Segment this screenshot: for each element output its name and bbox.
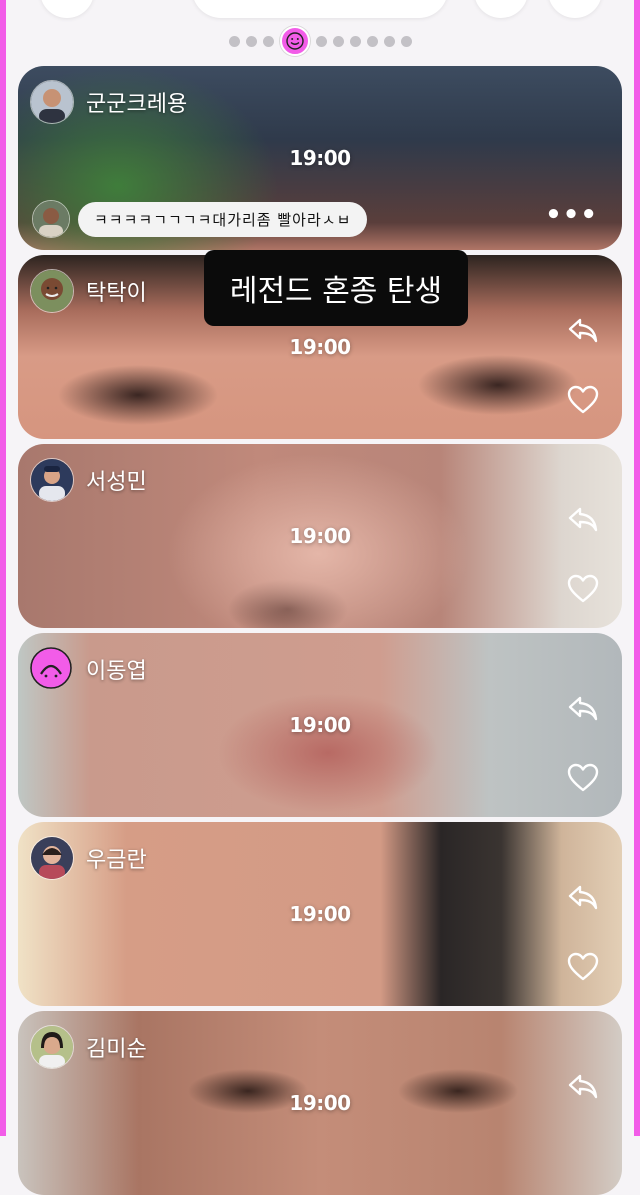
username[interactable]: 김미순 [86, 1031, 147, 1063]
photo-card[interactable]: 서성민 19:00 [18, 444, 622, 628]
comment[interactable]: ㅋㅋㅋㅋㄱㄱㄱㅋ대가리좀 빨아라ㅅㅂ [32, 200, 368, 238]
username[interactable]: 군군크레용 [86, 86, 187, 118]
page-dot[interactable] [366, 35, 378, 47]
photo-card[interactable]: 군군크레용 19:00 ㅋㅋㅋㅋㄱㄱㄱㅋ대가리좀 빨아라ㅅㅂ ••• [18, 66, 622, 250]
page-indicator [0, 26, 640, 56]
page-dot[interactable] [332, 35, 344, 47]
heart-icon[interactable] [566, 572, 600, 606]
top-search-pill[interactable] [192, 0, 448, 18]
page-dot[interactable] [400, 35, 412, 47]
heart-icon[interactable] [566, 761, 600, 795]
avatar[interactable] [30, 647, 72, 689]
post-time: 19:00 [289, 713, 351, 737]
video-caption: 레전드 혼종 탄생 [204, 250, 468, 326]
more-icon[interactable]: ••• [545, 200, 598, 230]
photo-card[interactable]: 우금란 19:00 [18, 822, 622, 1006]
page-dot-active[interactable] [279, 26, 310, 56]
page-dot[interactable] [349, 35, 361, 47]
page-dot[interactable] [315, 35, 327, 47]
default-avatar-icon [30, 647, 72, 689]
post-time: 19:00 [289, 902, 351, 926]
page-dot[interactable] [262, 35, 274, 47]
top-menu-button[interactable] [548, 0, 602, 18]
reply-icon[interactable] [566, 691, 600, 725]
post-time: 19:00 [289, 1091, 351, 1115]
page-dot[interactable] [383, 35, 395, 47]
page-dot[interactable] [245, 35, 257, 47]
username[interactable]: 우금란 [86, 842, 147, 874]
heart-icon[interactable] [566, 383, 600, 417]
avatar[interactable] [30, 269, 74, 313]
reply-icon[interactable] [566, 313, 600, 347]
comment-avatar[interactable] [32, 200, 70, 238]
post-time: 19:00 [289, 335, 351, 359]
reply-icon[interactable] [566, 502, 600, 536]
username[interactable]: 서성민 [86, 464, 147, 496]
post-time: 19:00 [289, 524, 351, 548]
avatar[interactable] [30, 1025, 74, 1069]
avatar[interactable] [30, 80, 74, 124]
comment-text: ㅋㅋㅋㅋㄱㄱㄱㅋ대가리좀 빨아라ㅅㅂ [78, 201, 368, 237]
page-dot[interactable] [228, 35, 240, 47]
back-button[interactable] [40, 0, 94, 18]
username[interactable]: 이동엽 [86, 653, 147, 685]
reply-icon[interactable] [566, 1069, 600, 1103]
reply-icon[interactable] [566, 880, 600, 914]
avatar[interactable] [30, 836, 74, 880]
post-time: 19:00 [289, 146, 351, 170]
top-action-button[interactable] [474, 0, 528, 18]
avatar[interactable] [30, 458, 74, 502]
smiley-icon [285, 32, 304, 50]
heart-icon[interactable] [566, 950, 600, 984]
photo-card[interactable]: 김미순 19:00 [18, 1011, 622, 1195]
username[interactable]: 탁탁이 [86, 275, 147, 307]
photo-card[interactable]: 이동엽 19:00 [18, 633, 622, 817]
